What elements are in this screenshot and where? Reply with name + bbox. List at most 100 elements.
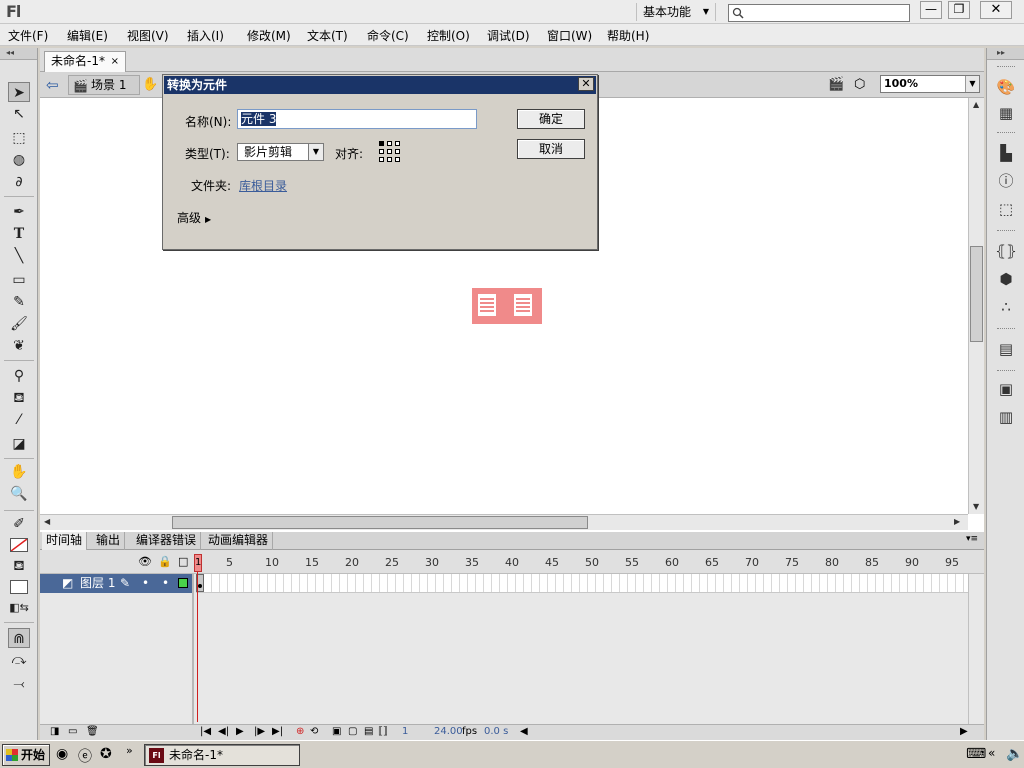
maximize-button[interactable]: ❐ — [948, 1, 970, 19]
registration-point[interactable] — [387, 149, 392, 154]
paint-bucket-tool-icon[interactable]: ⛾ — [8, 388, 30, 408]
collapse-arrows-icon[interactable]: ◂◂ — [0, 48, 37, 60]
menu-window[interactable]: 窗口(W) — [547, 27, 592, 44]
scroll-right-icon[interactable]: ▶ — [954, 517, 960, 526]
scroll-up-icon[interactable]: ▲ — [973, 100, 979, 109]
align-panel-icon[interactable]: ▙ — [995, 142, 1017, 164]
info-panel-icon[interactable]: ⓘ — [995, 170, 1017, 192]
tab-motion-editor[interactable]: 动画编辑器 — [204, 532, 274, 550]
code-snippets-icon[interactable]: ⦃⦄ — [995, 240, 1017, 262]
menu-text[interactable]: 文本(T) — [307, 27, 348, 44]
timeline-divider[interactable] — [192, 574, 194, 726]
text-tool-icon[interactable]: T — [8, 224, 30, 244]
registration-point[interactable] — [379, 149, 384, 154]
menu-edit[interactable]: 编辑(E) — [67, 27, 108, 44]
edit-scene-icon[interactable]: 🎬 — [828, 77, 844, 92]
new-folder-icon[interactable]: ▭ — [68, 726, 77, 737]
straighten-icon[interactable]: ⤙ — [8, 674, 30, 694]
tab-timeline[interactable]: 时间轴 — [42, 532, 88, 550]
help-search[interactable] — [728, 4, 910, 22]
lock-dot-icon[interactable]: • — [162, 574, 169, 592]
menu-help[interactable]: 帮助(H) — [607, 27, 649, 44]
registration-point[interactable] — [395, 149, 400, 154]
menu-modify[interactable]: 修改(M) — [247, 27, 291, 44]
current-frame[interactable]: 1 — [402, 726, 408, 737]
media-player-icon[interactable]: ◉ — [56, 746, 68, 762]
ok-button[interactable]: 确定 — [517, 109, 585, 129]
layer-color-swatch[interactable] — [178, 578, 188, 588]
eye-icon[interactable]: 👁 — [138, 555, 152, 568]
quicklaunch-chevron[interactable]: » — [126, 744, 133, 757]
hand-tool-icon[interactable]: ✋ — [8, 462, 30, 482]
first-frame-icon[interactable]: |◀ — [200, 726, 211, 737]
edit-symbols-icon[interactable]: ⬡ — [854, 77, 865, 92]
timeline-vertical-scrollbar[interactable] — [968, 574, 984, 726]
playhead[interactable]: 1 — [194, 554, 202, 572]
stroke-color-swatch[interactable] — [10, 538, 28, 552]
pencil-tool-icon[interactable]: ✎ — [8, 292, 30, 312]
scroll-right-icon[interactable]: ▶ — [960, 726, 968, 737]
last-frame-icon[interactable]: ▶| — [272, 726, 283, 737]
eyedropper-tool-icon[interactable]: ⁄ — [8, 410, 30, 430]
registration-point[interactable] — [387, 157, 392, 162]
deco-tool-icon[interactable]: ❦ — [8, 336, 30, 356]
center-frame-icon[interactable]: ⊕ — [296, 726, 304, 737]
prev-frame-icon[interactable]: ◀| — [218, 726, 229, 737]
stage-vertical-scrollbar[interactable]: ▲ ▼ — [968, 98, 984, 514]
delete-icon[interactable]: 🗑 — [86, 726, 99, 737]
advanced-toggle[interactable]: 高级 ▶ — [177, 209, 211, 226]
swatches-panel-icon[interactable]: ▦ — [995, 102, 1017, 124]
bone-tool-icon[interactable]: ⚲ — [8, 366, 30, 386]
transform-panel-icon[interactable]: ⬚ — [995, 198, 1017, 220]
document-tab[interactable]: 未命名-1* × — [44, 51, 126, 72]
timeline-ruler[interactable]: 👁 🔒 □ 5 10 15 20 25 30 35 40 45 50 55 60… — [40, 550, 984, 574]
minimize-button[interactable]: — — [920, 1, 942, 19]
workspace-switcher[interactable]: 基本功能 ▼ — [636, 3, 716, 21]
project-panel-icon[interactable]: ▤ — [995, 338, 1017, 360]
outline-icon[interactable]: □ — [178, 555, 188, 568]
edit-symbol-icon[interactable]: ✋ — [142, 77, 158, 92]
smooth-icon[interactable]: ⤼ — [8, 650, 30, 670]
stage-horizontal-scrollbar[interactable]: ◀ ▶ — [40, 514, 968, 530]
menu-file[interactable]: 文件(F) — [8, 27, 48, 44]
frames-row[interactable] — [196, 574, 968, 593]
swap-colors-icon[interactable]: ◧⇆ — [8, 598, 30, 618]
registration-point[interactable] — [395, 157, 400, 162]
menu-insert[interactable]: 插入(I) — [187, 27, 224, 44]
snap-to-objects-icon[interactable]: ⋒ — [8, 628, 30, 648]
menu-debug[interactable]: 调试(D) — [487, 27, 530, 44]
close-button[interactable]: ✕ — [980, 1, 1012, 19]
selection-tool-icon[interactable]: ➤ — [8, 82, 30, 102]
fill-color-swatch[interactable] — [10, 580, 28, 594]
menu-commands[interactable]: 命令(C) — [367, 27, 409, 44]
zoom-tool-icon[interactable]: 🔍 — [8, 484, 30, 504]
symbol-type-select[interactable]: 影片剪辑 ▼ — [237, 143, 324, 161]
edit-multiple-icon[interactable]: ▤ — [364, 726, 373, 737]
scroll-thumb[interactable] — [970, 246, 983, 342]
tray-chevron[interactable]: « — [988, 746, 995, 760]
dialog-close-button[interactable]: ✕ — [578, 77, 594, 91]
play-icon[interactable]: ▶ — [236, 726, 244, 737]
registration-point[interactable] — [379, 141, 384, 146]
free-transform-tool-icon[interactable]: ⬚ — [8, 128, 30, 148]
brush-tool-icon[interactable]: 🖌 — [8, 314, 30, 334]
motion-presets-icon[interactable]: ∴ — [995, 296, 1017, 318]
properties-panel-icon[interactable]: ▣ — [995, 378, 1017, 400]
folder-link[interactable]: 库根目录 — [239, 177, 287, 194]
scroll-left-icon[interactable]: ◀ — [44, 517, 50, 526]
cancel-button[interactable]: 取消 — [517, 139, 585, 159]
speaker-icon[interactable]: 🔈 — [1006, 746, 1023, 762]
3d-rotation-tool-icon[interactable]: ◍ — [8, 150, 30, 170]
scroll-thumb[interactable] — [172, 516, 588, 529]
registration-point[interactable] — [379, 157, 384, 162]
components-panel-icon[interactable]: ⬢ — [995, 268, 1017, 290]
lock-icon[interactable]: 🔒 — [158, 555, 172, 568]
registration-grid[interactable] — [379, 141, 401, 163]
app-quick-icon[interactable]: ✪ — [100, 746, 112, 762]
loop-icon[interactable]: ⟲ — [310, 726, 318, 737]
scene-breadcrumb[interactable]: 🎬 场景 1 — [68, 75, 140, 95]
menu-view[interactable]: 视图(V) — [127, 27, 169, 44]
scroll-down-icon[interactable]: ▼ — [973, 502, 979, 511]
registration-point[interactable] — [387, 141, 392, 146]
new-layer-icon[interactable]: ◨ — [50, 726, 59, 737]
